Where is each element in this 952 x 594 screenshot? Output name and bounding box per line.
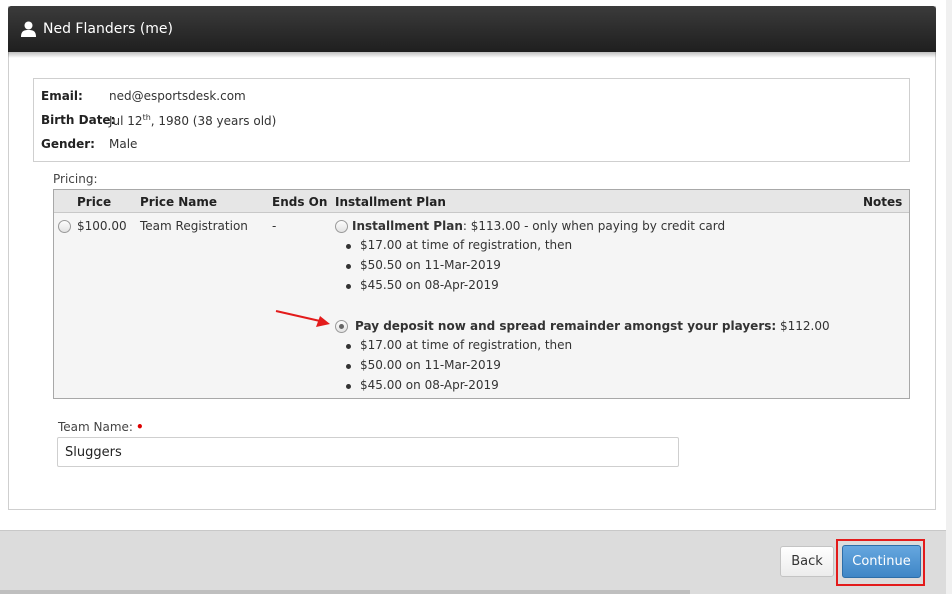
team-name-label-text: Team Name: (58, 420, 133, 434)
team-name-label: Team Name: • (58, 420, 144, 434)
deposit-step: $50.00 on 11-Mar-2019 (346, 358, 572, 378)
page-scrollbar[interactable] (946, 0, 952, 594)
required-marker: • (135, 420, 144, 434)
deposit-plan-detail: $112.00 (776, 319, 830, 333)
email-value: ned@esportsdesk.com (109, 89, 246, 103)
installment-plan-name: Installment Plan (352, 219, 463, 233)
price-name-value: Team Registration (140, 219, 248, 233)
installment-plan-detail: : $113.00 - only when paying by credit c… (462, 219, 726, 233)
birth-date-rest: , 1980 (38 years old) (150, 114, 277, 128)
pricing-table-header: Price Price Name Ends On Installment Pla… (54, 190, 909, 213)
deposit-step: $45.00 on 08-Apr-2019 (346, 378, 572, 398)
member-info-box: Email: ned@esportsdesk.com Birth Date: J… (33, 78, 910, 162)
gender-value: Male (109, 137, 138, 151)
birth-date-value: Jul 12th, 1980 (38 years old) (109, 113, 276, 128)
column-header-price: Price (77, 195, 112, 209)
pricing-table: Price Price Name Ends On Installment Pla… (53, 189, 910, 399)
deposit-step: $17.00 at time of registration, then (346, 338, 572, 358)
price-value: $100.00 (77, 219, 127, 233)
deposit-plan-steps: $17.00 at time of registration, then $50… (346, 338, 572, 398)
panel-title: Ned Flanders (me) (43, 21, 173, 37)
birth-date-day: Jul 12 (109, 114, 143, 128)
email-label: Email: (41, 89, 83, 103)
gender-label: Gender: (41, 137, 95, 151)
installment-plan-option: Installment Plan: $113.00 - only when pa… (352, 219, 725, 233)
column-header-notes: Notes (863, 195, 903, 209)
user-icon (21, 21, 36, 37)
pricing-label: Pricing: (53, 172, 98, 186)
header-shadow (8, 52, 936, 58)
column-header-installment-plan: Installment Plan (335, 195, 446, 209)
installment-step: $50.50 on 11-Mar-2019 (346, 258, 572, 278)
annotation-arrow-icon (275, 310, 330, 327)
footer-edge (0, 590, 690, 594)
installment-plan-radio[interactable] (335, 220, 348, 233)
deposit-plan-name: Pay deposit now and spread remainder amo… (355, 319, 777, 333)
birth-date-label: Birth Date: (41, 113, 116, 127)
column-header-price-name: Price Name (140, 195, 218, 209)
birth-date-ordinal: th (142, 113, 151, 122)
back-button[interactable]: Back (780, 546, 834, 577)
continue-button[interactable]: Continue (842, 545, 921, 578)
installment-plan-steps: $17.00 at time of registration, then $50… (346, 238, 572, 298)
installment-step: $17.00 at time of registration, then (346, 238, 572, 258)
price-option-radio[interactable] (58, 220, 71, 233)
deposit-plan-option: Pay deposit now and spread remainder amo… (355, 319, 830, 333)
team-name-input[interactable] (57, 437, 679, 467)
column-header-ends-on: Ends On (272, 195, 328, 209)
panel-header: Ned Flanders (me) (8, 6, 936, 58)
installment-step: $45.50 on 08-Apr-2019 (346, 278, 572, 298)
deposit-plan-radio[interactable] (335, 320, 348, 333)
ends-on-value: - (272, 219, 277, 233)
